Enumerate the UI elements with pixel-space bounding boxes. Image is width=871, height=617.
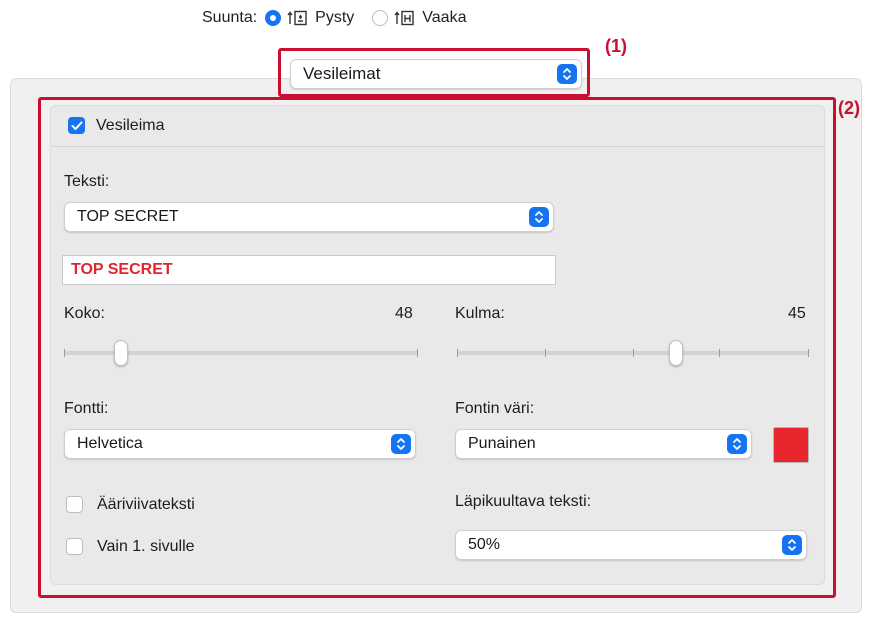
portrait-orientation-icon — [287, 10, 309, 26]
annotation-label-2: (2) — [838, 98, 860, 118]
annotation-box-2 — [38, 97, 836, 598]
orientation-row: Suunta: Pysty Vaaka — [202, 6, 466, 30]
landscape-radio[interactable] — [372, 10, 389, 26]
annotation-label-1: (1) — [605, 36, 627, 56]
landscape-label[interactable]: Vaaka — [422, 9, 466, 27]
annotation-box-1 — [278, 48, 590, 97]
orientation-label: Suunta: — [202, 9, 258, 26]
portrait-label[interactable]: Pysty — [315, 9, 354, 27]
landscape-orientation-icon — [394, 10, 416, 26]
portrait-radio[interactable] — [265, 10, 282, 26]
